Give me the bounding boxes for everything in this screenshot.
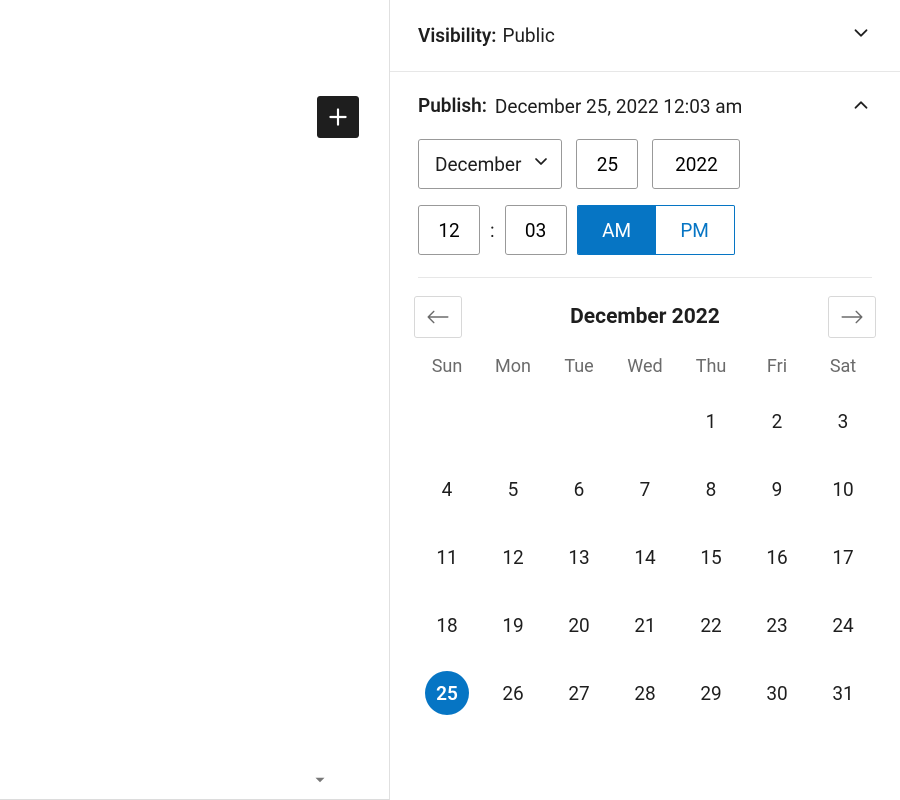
am-button[interactable]: AM (578, 206, 656, 254)
calendar-dow: Mon (480, 356, 546, 377)
calendar-day[interactable]: 1 (678, 397, 744, 445)
calendar-day[interactable]: 12 (480, 533, 546, 581)
chevron-down-icon (531, 152, 551, 177)
calendar-dow: Sun (414, 356, 480, 377)
calendar-grid: SunMonTueWedThuFriSat1234567891011121314… (414, 356, 876, 717)
calendar-day[interactable]: 19 (480, 601, 546, 649)
calendar: December 2022 SunMonTueWedThuFriSat12345… (390, 278, 900, 717)
month-select-value: December (435, 153, 521, 176)
year-input[interactable] (652, 139, 740, 189)
calendar-dow: Sat (810, 356, 876, 377)
calendar-empty-cell (480, 397, 546, 445)
calendar-header: December 2022 (414, 296, 876, 338)
chevron-down-icon (850, 22, 872, 49)
calendar-day[interactable]: 20 (546, 601, 612, 649)
calendar-day[interactable]: 10 (810, 465, 876, 513)
calendar-day[interactable]: 15 (678, 533, 744, 581)
visibility-value: Public (502, 24, 554, 47)
calendar-dow: Wed (612, 356, 678, 377)
chevron-up-icon (850, 94, 872, 121)
calendar-day[interactable]: 4 (414, 465, 480, 513)
calendar-day[interactable]: 25 (414, 669, 480, 717)
prev-month-button[interactable] (414, 296, 462, 338)
calendar-empty-cell (546, 397, 612, 445)
publish-label: Publish: (418, 94, 487, 117)
settings-sidebar: Visibility: Public Publish: December 25,… (390, 0, 900, 800)
calendar-day[interactable]: 5 (480, 465, 546, 513)
visibility-label: Visibility: (418, 24, 496, 47)
calendar-day[interactable]: 29 (678, 669, 744, 717)
calendar-day[interactable]: 26 (480, 669, 546, 717)
hour-input[interactable] (418, 205, 480, 255)
datetime-controls: December : AM PM (390, 139, 900, 271)
calendar-day[interactable]: 16 (744, 533, 810, 581)
calendar-day[interactable]: 31 (810, 669, 876, 717)
add-block-button[interactable] (317, 96, 359, 138)
ampm-toggle-group: AM PM (577, 205, 735, 255)
arrow-left-icon (424, 307, 452, 327)
visibility-panel-toggle[interactable]: Visibility: Public (390, 0, 900, 72)
calendar-day[interactable]: 13 (546, 533, 612, 581)
calendar-day[interactable]: 18 (414, 601, 480, 649)
calendar-day[interactable]: 3 (810, 397, 876, 445)
editor-canvas-area (0, 0, 390, 800)
pm-button[interactable]: PM (656, 206, 734, 254)
calendar-dow: Fri (744, 356, 810, 377)
calendar-title: December 2022 (570, 305, 720, 329)
calendar-day[interactable]: 8 (678, 465, 744, 513)
calendar-day[interactable]: 28 (612, 669, 678, 717)
publish-value: December 25, 2022 12:03 am (495, 94, 742, 120)
calendar-day[interactable]: 14 (612, 533, 678, 581)
next-month-button[interactable] (828, 296, 876, 338)
calendar-day[interactable]: 30 (744, 669, 810, 717)
calendar-day[interactable]: 17 (810, 533, 876, 581)
month-select[interactable]: December (418, 139, 562, 189)
calendar-day[interactable]: 27 (546, 669, 612, 717)
calendar-empty-cell (612, 397, 678, 445)
calendar-day[interactable]: 11 (414, 533, 480, 581)
calendar-day[interactable]: 7 (612, 465, 678, 513)
caret-down-icon (311, 771, 329, 789)
calendar-day[interactable]: 6 (546, 465, 612, 513)
plus-icon (325, 104, 351, 130)
footer-caret-button[interactable] (311, 771, 329, 793)
calendar-dow: Tue (546, 356, 612, 377)
publish-panel-toggle[interactable]: Publish: December 25, 2022 12:03 am (390, 72, 900, 139)
arrow-right-icon (838, 307, 866, 327)
calendar-empty-cell (414, 397, 480, 445)
day-input[interactable] (576, 139, 638, 189)
calendar-day[interactable]: 23 (744, 601, 810, 649)
calendar-day[interactable]: 24 (810, 601, 876, 649)
calendar-day[interactable]: 9 (744, 465, 810, 513)
calendar-day[interactable]: 22 (678, 601, 744, 649)
calendar-day[interactable]: 21 (612, 601, 678, 649)
calendar-dow: Thu (678, 356, 744, 377)
time-colon: : (490, 219, 495, 242)
calendar-day[interactable]: 2 (744, 397, 810, 445)
minute-input[interactable] (505, 205, 567, 255)
